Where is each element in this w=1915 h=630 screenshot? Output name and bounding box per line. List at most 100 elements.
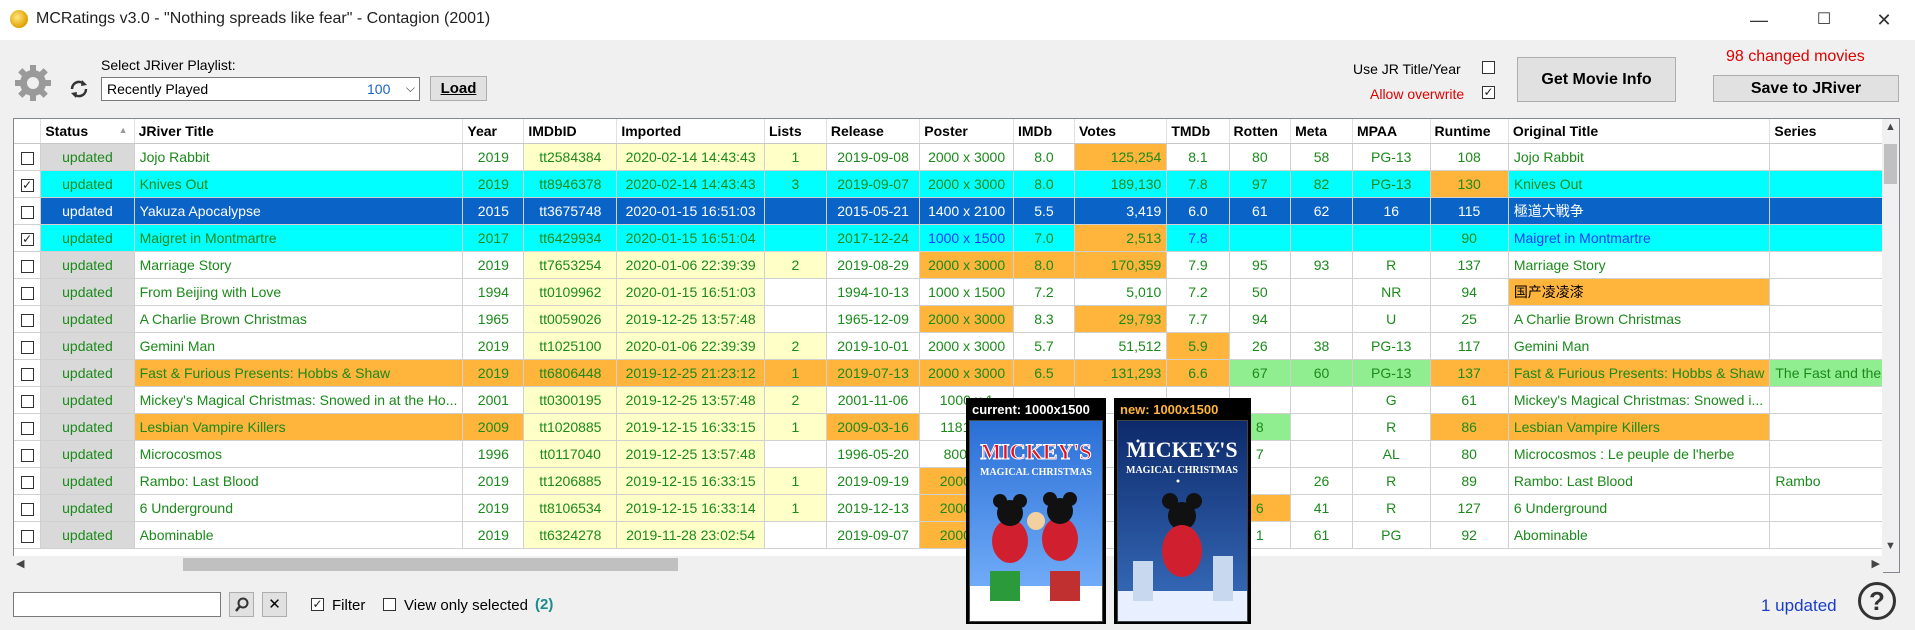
vertical-scroll-thumb[interactable] xyxy=(1884,144,1897,184)
vertical-scrollbar[interactable]: ▲ ▼ xyxy=(1882,119,1899,572)
row-checkbox-cell[interactable] xyxy=(14,413,42,441)
table-row[interactable]: updated 6 Underground 2019 tt8106534 2019-12… xyxy=(14,494,1899,522)
scroll-left-icon[interactable]: ◀ xyxy=(16,557,24,570)
row-checkbox[interactable] xyxy=(20,421,34,435)
column-header[interactable]: Votes xyxy=(1074,119,1168,144)
row-checkbox[interactable] xyxy=(20,340,34,354)
column-header[interactable]: TMDb xyxy=(1166,119,1230,144)
cell-rotten: 67 xyxy=(1229,359,1292,387)
column-header[interactable]: IMDbID xyxy=(523,119,618,144)
new-poster-image: MICKEY'S MAGICAL CHRISTMAS xyxy=(1117,420,1248,622)
movies-table[interactable]: Status ▲ JRiver Title Year IMDbID Imported Lis… xyxy=(13,118,1900,573)
cell-meta: 93 xyxy=(1290,251,1353,279)
table-row[interactable]: ✓ updated Maigret in Montmartre 2017 tt64299… xyxy=(14,224,1899,252)
table-row[interactable]: updated Fast & Furious Presents: Hobbs & … xyxy=(14,359,1899,387)
save-to-jriver-button[interactable]: Save to JRiver xyxy=(1713,75,1899,102)
table-row[interactable]: ✓ updated Knives Out 2019 tt8946378 2020-02-1… xyxy=(14,170,1899,198)
cell-mpaa: PG xyxy=(1352,521,1431,549)
row-checkbox[interactable] xyxy=(20,448,34,462)
get-movie-info-button[interactable]: Get Movie Info xyxy=(1517,57,1676,102)
row-checkbox[interactable]: ✓ xyxy=(20,232,34,246)
column-header[interactable]: Runtime xyxy=(1430,119,1509,144)
row-checkbox-cell[interactable] xyxy=(14,332,42,360)
cell-meta: 38 xyxy=(1290,332,1353,360)
column-header[interactable]: Series xyxy=(1769,119,1899,144)
row-checkbox[interactable] xyxy=(20,529,34,543)
column-header[interactable]: Year xyxy=(462,119,525,144)
table-row[interactable]: updated A Charlie Brown Christmas 1965 tt00… xyxy=(14,305,1899,333)
row-checkbox-cell[interactable] xyxy=(14,278,42,306)
table-row[interactable]: updated Yakuza Apocalypse 2015 tt3675748 202… xyxy=(14,197,1899,225)
column-header[interactable]: Original Title xyxy=(1508,119,1771,144)
row-checkbox[interactable] xyxy=(20,259,34,273)
column-header[interactable] xyxy=(14,119,42,144)
app-icon xyxy=(10,10,28,28)
cell-imdbid: tt6324278 xyxy=(523,521,618,549)
row-checkbox[interactable] xyxy=(20,367,34,381)
table-row[interactable]: updated Rambo: Last Blood 2019 tt1206885 201… xyxy=(14,467,1899,495)
help-icon[interactable]: ? xyxy=(1858,582,1896,620)
row-checkbox-cell[interactable] xyxy=(14,386,42,414)
column-header[interactable]: Lists xyxy=(764,119,827,144)
search-input[interactable] xyxy=(13,592,221,617)
close-button[interactable]: ✕ xyxy=(1861,6,1907,34)
clear-search-button[interactable]: ✕ xyxy=(262,592,287,617)
table-row[interactable]: updated Lesbian Vampire Killers 2009 tt1020… xyxy=(14,413,1899,441)
playlist-dropdown[interactable]: Recently Played 100 ⌵ xyxy=(101,77,420,101)
row-checkbox-cell[interactable] xyxy=(14,521,42,549)
column-header[interactable]: MPAA xyxy=(1352,119,1431,144)
row-checkbox[interactable] xyxy=(20,286,34,300)
table-row[interactable]: updated Microcosmos 1996 tt0117040 2019-12-2… xyxy=(14,440,1899,468)
minimize-button[interactable]: — xyxy=(1736,6,1782,34)
cell-rotten: 97 xyxy=(1229,170,1292,198)
row-checkbox[interactable]: ✓ xyxy=(20,178,34,192)
row-checkbox[interactable] xyxy=(20,502,34,516)
row-checkbox[interactable] xyxy=(20,151,34,165)
table-row[interactable]: updated Gemini Man 2019 tt1025100 2020-01-06… xyxy=(14,332,1899,360)
cell-year: 1965 xyxy=(462,305,525,333)
horizontal-scrollbar[interactable]: ◀ ▶ xyxy=(13,556,1883,573)
scroll-up-icon[interactable]: ▲ xyxy=(1885,121,1896,133)
use-jr-title-checkbox[interactable] xyxy=(1482,61,1495,74)
view-only-selected-checkbox[interactable] xyxy=(383,598,396,611)
table-row[interactable]: updated Mickey's Magical Christmas: Snowe… xyxy=(14,386,1899,414)
column-header[interactable]: IMDb xyxy=(1013,119,1075,144)
table-row[interactable]: updated Marriage Story 2019 tt7653254 2020-0… xyxy=(14,251,1899,279)
scroll-right-icon[interactable]: ▶ xyxy=(1872,557,1880,570)
refresh-icon[interactable] xyxy=(68,78,90,100)
table-row[interactable]: updated Abominable 2019 tt6324278 2019-11-28… xyxy=(14,521,1899,549)
row-checkbox[interactable] xyxy=(20,205,34,219)
maximize-button[interactable]: ☐ xyxy=(1801,6,1847,34)
row-checkbox-cell[interactable]: ✓ xyxy=(14,224,42,252)
row-checkbox-cell[interactable] xyxy=(14,359,42,387)
load-button[interactable]: Load xyxy=(430,76,487,101)
row-checkbox-cell[interactable] xyxy=(14,197,42,225)
cell-imdb: 7.2 xyxy=(1013,278,1075,306)
row-checkbox-cell[interactable] xyxy=(14,494,42,522)
column-header[interactable]: Rotten xyxy=(1229,119,1292,144)
column-header[interactable]: Poster xyxy=(919,119,1014,144)
table-row[interactable]: updated From Beijing with Love 1994 tt01099… xyxy=(14,278,1899,306)
table-row[interactable]: updated Jojo Rabbit 2019 tt2584384 2020-02-1… xyxy=(14,143,1899,171)
column-header[interactable]: Imported xyxy=(616,119,765,144)
cell-tmdb: 5.9 xyxy=(1166,332,1230,360)
row-checkbox-cell[interactable] xyxy=(14,305,42,333)
column-header[interactable]: JRiver Title xyxy=(134,119,464,144)
column-header[interactable]: Status ▲ xyxy=(40,119,135,144)
column-header[interactable]: Release xyxy=(826,119,921,144)
row-checkbox[interactable] xyxy=(20,313,34,327)
row-checkbox-cell[interactable] xyxy=(14,440,42,468)
column-header[interactable]: Meta xyxy=(1290,119,1353,144)
row-checkbox-cell[interactable] xyxy=(14,251,42,279)
scroll-down-icon[interactable]: ▼ xyxy=(1885,540,1896,552)
gear-icon[interactable] xyxy=(13,63,53,103)
row-checkbox-cell[interactable] xyxy=(14,467,42,495)
row-checkbox-cell[interactable]: ✓ xyxy=(14,170,42,198)
allow-overwrite-checkbox[interactable]: ✓ xyxy=(1482,86,1495,99)
row-checkbox[interactable] xyxy=(20,394,34,408)
row-checkbox[interactable] xyxy=(20,475,34,489)
row-checkbox-cell[interactable] xyxy=(14,143,42,171)
horizontal-scroll-thumb[interactable] xyxy=(183,558,678,571)
search-button[interactable] xyxy=(229,592,254,617)
filter-checkbox[interactable]: ✓ xyxy=(311,598,324,611)
